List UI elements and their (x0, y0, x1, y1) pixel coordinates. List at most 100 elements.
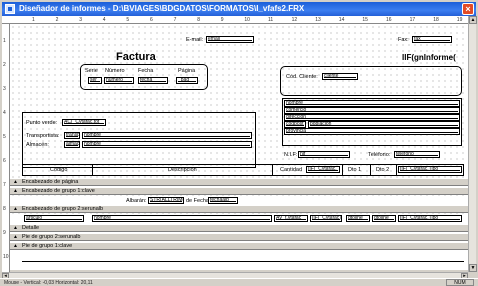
green-point-label: Punto verde: (26, 120, 58, 126)
mouse-position-status: Mouse - Vertical: -0,03 Horizontal: 20,1… (4, 280, 93, 286)
ruler-h-label: 12 (291, 17, 298, 23)
client-code-field[interactable]: cliente (322, 73, 358, 80)
client-city-field[interactable]: poblacion (308, 121, 460, 128)
close-button[interactable]: × (462, 3, 474, 15)
client-trade-field[interactable]: comercio (284, 107, 460, 114)
ruler-h-label: 6 (150, 17, 153, 23)
ruler-h-label: 13 (315, 17, 321, 23)
ruler-v-label: 10 (3, 254, 9, 260)
scroll-down-button[interactable]: ▼ (469, 264, 477, 272)
iif-title-field[interactable]: IIF(gnInforme( (402, 53, 456, 62)
transport-label: Transportista: (26, 133, 60, 139)
date-field[interactable]: fecha (138, 77, 168, 84)
ruler-h-label: 18 (433, 17, 439, 23)
band-arrow-icon: ▲ (13, 179, 18, 185)
ruler-v-label: 1 (3, 38, 6, 44)
detail-dto2-field[interactable]: dtoline (372, 215, 396, 222)
ruler-h-label: 16 (386, 17, 392, 23)
col-divider-1 (92, 164, 93, 176)
band-detail[interactable]: ▲ Detalle (10, 224, 468, 232)
ruler-v-label: 3 (3, 86, 6, 92)
albaran-label: Albarán: (126, 198, 147, 204)
ruler-h-label: 8 (197, 17, 200, 23)
email-field[interactable]: email (206, 36, 254, 43)
num-lock-indicator: NUM (446, 279, 474, 286)
ruler-v-label: 8 (3, 206, 6, 212)
albaran-date-field[interactable]: fechaalb (208, 197, 238, 204)
col-divider-2 (272, 164, 273, 176)
date-label: Fecha (138, 68, 154, 74)
nif-field[interactable]: nif (298, 151, 350, 158)
warehouse-label: Almacén: (26, 142, 49, 148)
type-iif-field[interactable]: IIF(_Cvtafac.Tipo (398, 166, 462, 173)
phone-field[interactable]: telefono (394, 151, 440, 158)
detail-article-field[interactable]: articulo (24, 215, 84, 222)
nif-label: N.I.F: (284, 152, 298, 158)
band-group2-footer[interactable]: ▲ Pie de grupo 2:serunalb (10, 233, 468, 241)
warehouse-name-field[interactable]: nombre (82, 141, 252, 148)
band-page-header-label: Encabezado de página (22, 179, 79, 185)
detail-name-field[interactable]: nombre (92, 215, 272, 222)
ruler-h-label: 17 (409, 17, 416, 23)
band-detail-label: Detalle (22, 225, 40, 231)
dto1-column-header: Dto 1 (348, 167, 362, 173)
ruler-h-label: 14 (338, 17, 345, 23)
code-column-header: Código (50, 167, 68, 173)
page-field[interactable]: _pag (176, 77, 198, 84)
fax-label: Fax: (398, 37, 409, 43)
series-field[interactable]: ser (88, 77, 102, 84)
band-arrow-icon: ▲ (13, 234, 18, 240)
footer-rule (22, 261, 464, 262)
vertical-scrollbar[interactable]: ▲ ▼ (468, 16, 477, 272)
ruler-h-label: 7 (173, 17, 177, 23)
band-arrow-icon: ▲ (13, 206, 18, 212)
ruler-h-label: 15 (362, 17, 368, 23)
description-column-header: Descripción (168, 167, 197, 173)
band-group2-header[interactable]: ▲ Encabezado de grupo 2:serunalb (10, 205, 468, 213)
green-point-field[interactable]: AC(_Cvtafac.tot (62, 119, 106, 126)
albaran-field[interactable]: STR(ALLTRIM( (148, 197, 184, 204)
ruler-h-label: 5 (126, 17, 130, 23)
report-designer-window: Diseñador de informes - D:\BVIAGES\BDGDA… (0, 0, 478, 286)
ruler-v-label: 2 (3, 62, 6, 68)
transport-name-field[interactable]: nombre (82, 132, 252, 139)
client-postcode-field[interactable]: codpost (284, 121, 306, 128)
report-canvas[interactable]: E-mail: email Fax: fax Factura IIF(gnInf… (10, 24, 468, 270)
title-bar[interactable]: Diseñador de informes - D:\BVIAGES\BDGDA… (2, 2, 476, 16)
band-arrow-icon: ▲ (13, 243, 18, 249)
page-footer-area (10, 251, 468, 270)
detail-iif-field[interactable]: IIF(_Cvtafac) (310, 215, 342, 222)
detail-quantity-field[interactable]: AV_t.vtafac (274, 215, 308, 222)
band-group1-header[interactable]: ▲ Encabezado de grupo 1:clave (10, 187, 468, 195)
col-divider-5 (396, 164, 397, 176)
band-arrow-icon: ▲ (13, 188, 18, 194)
ruler-h-label: 19 (456, 17, 463, 23)
number-field[interactable]: numero (104, 77, 134, 84)
detail-dto1-field[interactable]: dtoline (346, 215, 370, 222)
ruler-h-label: 11 (268, 17, 274, 23)
quantity-column-header: Cantidad (280, 167, 303, 173)
client-address-field[interactable]: direccion (284, 114, 460, 121)
transport-code-field[interactable]: transp (64, 132, 80, 139)
client-name-field[interactable]: nombre (284, 100, 460, 107)
ruler-v-label: 7 (3, 182, 6, 188)
quantity-iif-field[interactable]: IIF(_Cvtafac. (306, 166, 340, 173)
number-label: Número (105, 68, 125, 74)
ruler-v-label: 4 (3, 110, 6, 116)
band-group2-footer-label: Pie de grupo 2:serunalb (22, 234, 81, 240)
fax-field[interactable]: fax (412, 36, 452, 43)
band-group1-footer[interactable]: ▲ Pie de grupo 1:clave (10, 242, 468, 250)
page-label: Página (178, 68, 196, 74)
warehouse-code-field[interactable]: almace (64, 141, 80, 148)
scroll-up-button[interactable]: ▲ (469, 16, 477, 24)
horizontal-ruler: 1 2 3 4 5 6 7 8 9 10 11 12 13 14 15 16 17 18 19 (2, 16, 468, 24)
col-divider-3 (342, 164, 343, 176)
ruler-h-label: 4 (102, 17, 106, 23)
group1-header-content: Albarán: STR(ALLTRIM( de Fecha: fechaalb (10, 196, 468, 205)
band-arrow-icon: ▲ (13, 225, 18, 231)
client-province-field[interactable]: provincia (284, 128, 460, 135)
vertical-ruler: 1 2 3 4 5 6 7 8 9 10 (2, 24, 10, 272)
ruler-h-label: 2 (55, 17, 59, 23)
band-page-header[interactable]: ▲ Encabezado de página (10, 178, 468, 186)
detail-type-field[interactable]: IIF(_Cvtafac.Tipo (398, 215, 462, 222)
